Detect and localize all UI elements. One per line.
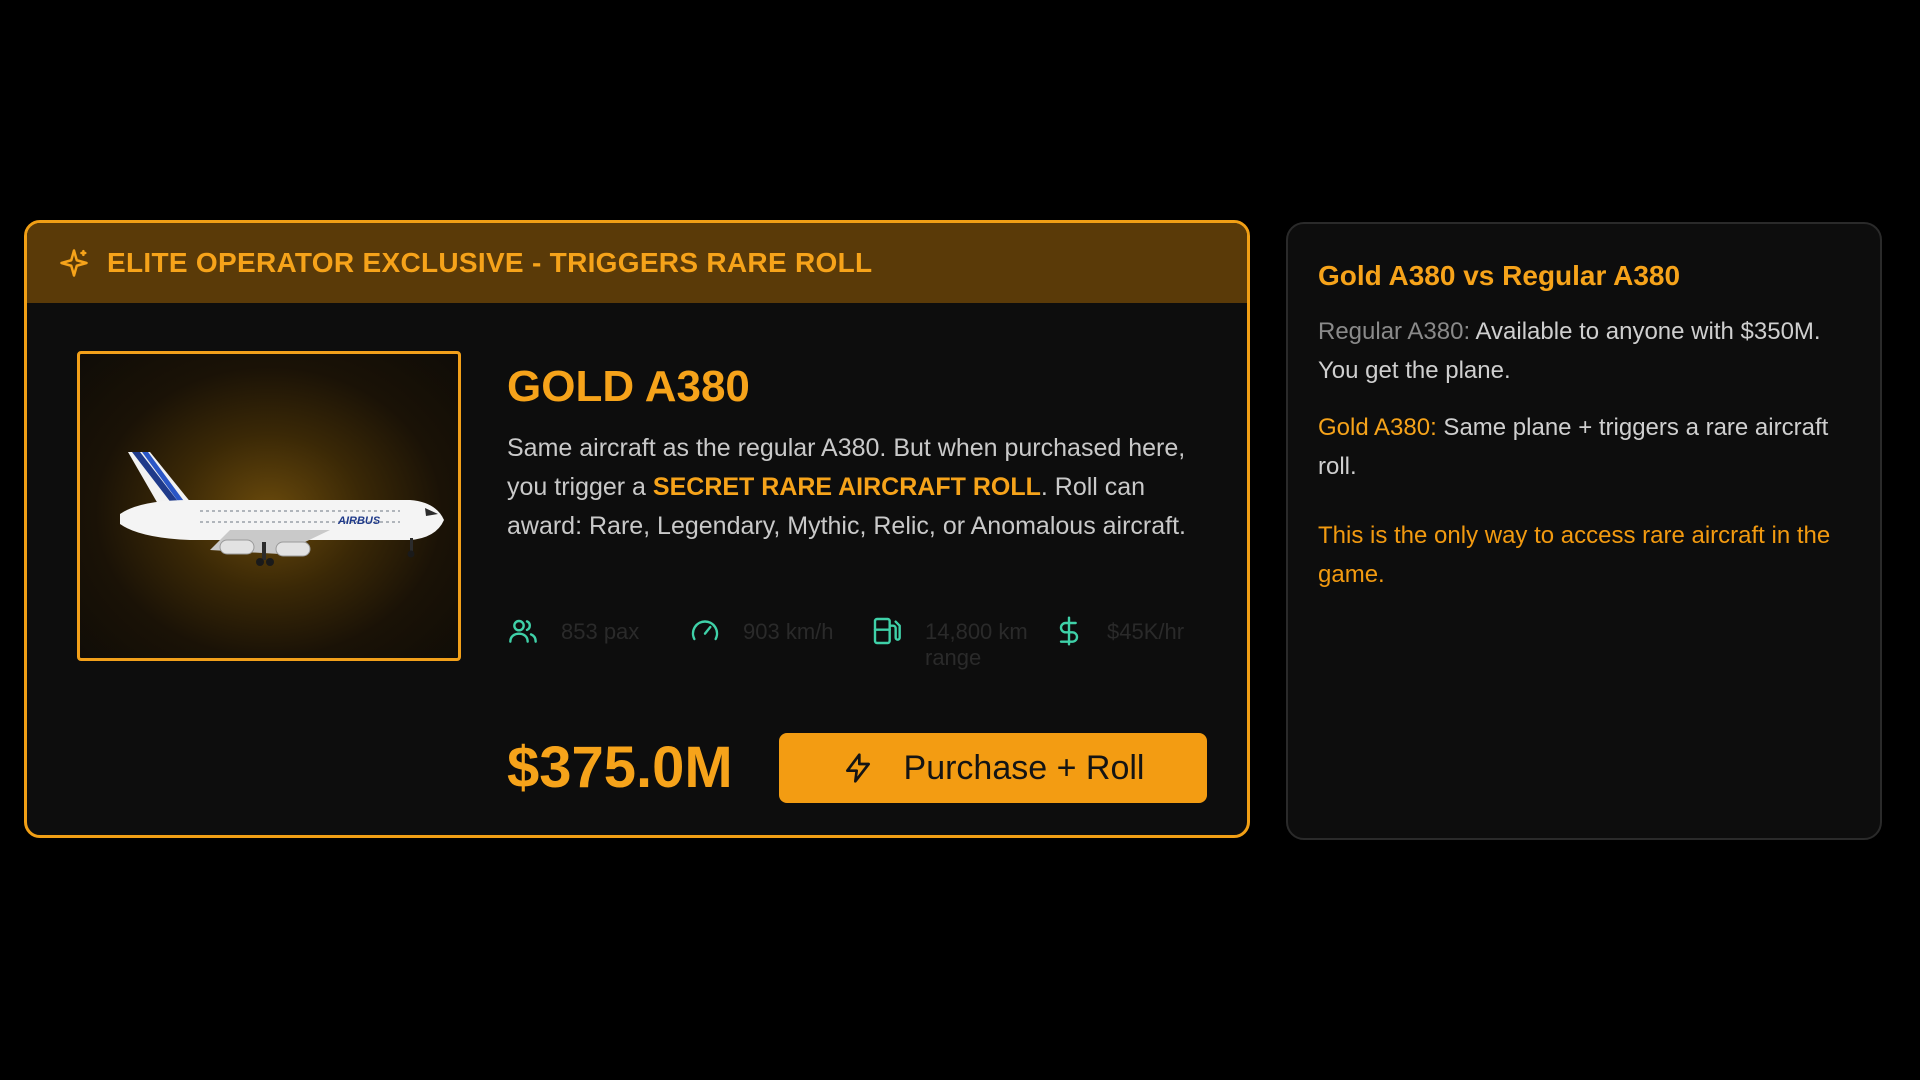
lightning-icon	[842, 752, 874, 784]
stat-cost-value: $45K/hr	[1107, 619, 1185, 644]
users-icon	[507, 615, 539, 647]
comparison-gold: Gold A380: Same plane + triggers a rare …	[1318, 408, 1850, 486]
stage: ELITE OPERATOR EXCLUSIVE - TRIGGERS RARE…	[0, 0, 1920, 1080]
speedometer-icon	[689, 615, 721, 647]
gold-label: Gold A380:	[1318, 414, 1437, 441]
card-body: AIRBUS GOLD A380 Same aircraft as the re…	[27, 303, 1247, 835]
aircraft-stats: 853 pax 903 km/h 14,800 km range $45K/hr	[507, 615, 1207, 675]
comparison-regular: Regular A380: Available to anyone with $…	[1318, 312, 1850, 390]
comparison-note: This is the only way to access rare airc…	[1318, 522, 1831, 588]
aircraft-image: AIRBUS	[77, 351, 461, 661]
stat-capacity: 853 pax	[507, 615, 671, 647]
exclusive-banner: ELITE OPERATOR EXCLUSIVE - TRIGGERS RARE…	[27, 223, 1247, 303]
price: $375.0M	[507, 735, 733, 800]
stat-range: 14,800 km range	[871, 615, 1035, 671]
product-info: GOLD A380 Same aircraft as the regular A…	[507, 359, 1207, 546]
stat-cost: $45K/hr	[1053, 615, 1217, 647]
stat-speed: 903 km/h	[689, 615, 853, 647]
sparkle-icon	[59, 248, 89, 278]
banner-text: ELITE OPERATOR EXCLUSIVE - TRIGGERS RARE…	[107, 247, 873, 278]
airplane-illustration: AIRBUS	[120, 452, 444, 566]
purchase-roll-button[interactable]: Purchase + Roll	[779, 733, 1207, 803]
stat-capacity-value: 853 pax	[561, 619, 640, 644]
fuel-icon	[871, 615, 903, 647]
dollar-icon	[1053, 615, 1085, 647]
purchase-button-label: Purchase + Roll	[903, 748, 1145, 787]
comparison-title: Gold A380 vs Regular A380	[1318, 260, 1681, 291]
description-highlight: SECRET RARE AIRCRAFT ROLL	[652, 473, 1041, 501]
product-title: GOLD A380	[507, 362, 750, 411]
regular-label: Regular A380:	[1318, 318, 1471, 345]
product-card: ELITE OPERATOR EXCLUSIVE - TRIGGERS RARE…	[24, 220, 1250, 838]
product-description: Same aircraft as the regular A380. But w…	[507, 429, 1197, 546]
svg-text:AIRBUS: AIRBUS	[337, 515, 381, 527]
stat-speed-value: 903 km/h	[743, 619, 834, 644]
comparison-card: Gold A380 vs Regular A380 Regular A380: …	[1286, 222, 1882, 840]
stat-range-value: 14,800 km range	[925, 619, 1028, 670]
